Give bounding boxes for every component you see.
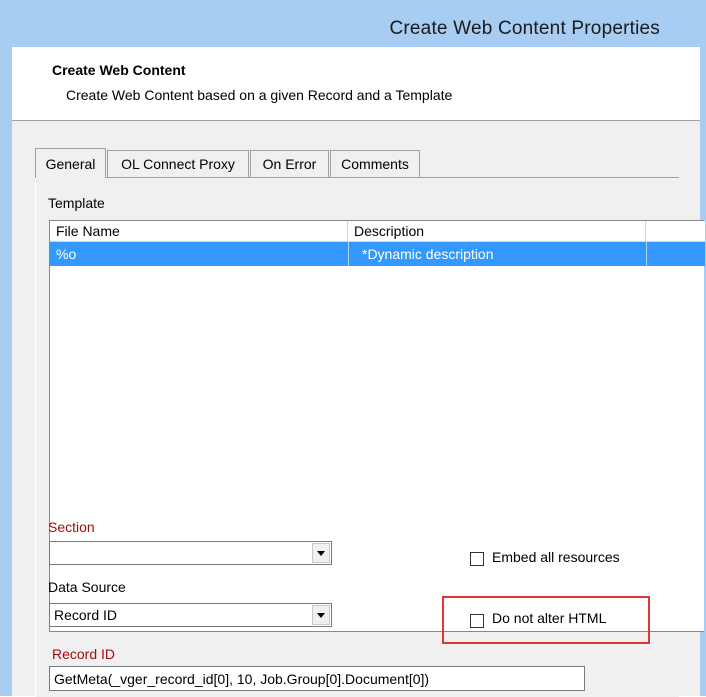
dialog-header: Create Web Content Create Web Content ba… <box>12 47 700 121</box>
dialog-body: General OL Connect Proxy On Error Commen… <box>12 121 705 697</box>
tab-comments[interactable]: Comments <box>330 150 420 177</box>
data-source-label: Data Source <box>48 579 126 595</box>
template-list-header: File Name Description <box>50 221 705 242</box>
chevron-down-icon[interactable] <box>312 605 330 625</box>
data-source-value: Record ID <box>54 607 118 623</box>
header-title: Create Web Content <box>52 62 186 78</box>
row-divider <box>646 242 647 266</box>
window-left-border <box>0 64 12 696</box>
template-row-description: *Dynamic description <box>362 246 494 262</box>
record-id-input[interactable]: GetMeta(_vger_record_id[0], 10, Job.Grou… <box>49 666 585 691</box>
row-divider <box>348 242 349 266</box>
record-id-label: Record ID <box>52 646 116 662</box>
window-title: Create Web Content Properties <box>389 18 660 39</box>
embed-all-resources-label[interactable]: Embed all resources <box>492 549 620 565</box>
section-combobox[interactable] <box>49 541 332 565</box>
template-row-file-name: %o <box>56 246 77 262</box>
data-source-combobox[interactable]: Record ID <box>49 603 332 627</box>
column-header-description[interactable]: Description <box>348 221 646 241</box>
section-label: Section <box>48 519 95 535</box>
embed-all-resources-checkbox[interactable] <box>470 552 484 566</box>
template-row[interactable]: %o *Dynamic description <box>50 242 705 266</box>
template-label: Template <box>48 195 105 211</box>
tab-ol-connect-proxy[interactable]: OL Connect Proxy <box>107 150 249 177</box>
chevron-down-icon[interactable] <box>312 543 330 563</box>
tab-on-error[interactable]: On Error <box>250 150 329 177</box>
do-not-alter-html-label[interactable]: Do not alter HTML <box>492 610 606 626</box>
column-header-file-name[interactable]: File Name <box>50 221 348 241</box>
do-not-alter-html-checkbox[interactable] <box>470 614 484 628</box>
template-list[interactable]: File Name Description %o *Dynamic descri… <box>49 220 705 632</box>
record-id-value: GetMeta(_vger_record_id[0], 10, Job.Grou… <box>54 671 430 687</box>
header-description: Create Web Content based on a given Reco… <box>66 87 453 103</box>
tab-general[interactable]: General <box>35 148 106 178</box>
